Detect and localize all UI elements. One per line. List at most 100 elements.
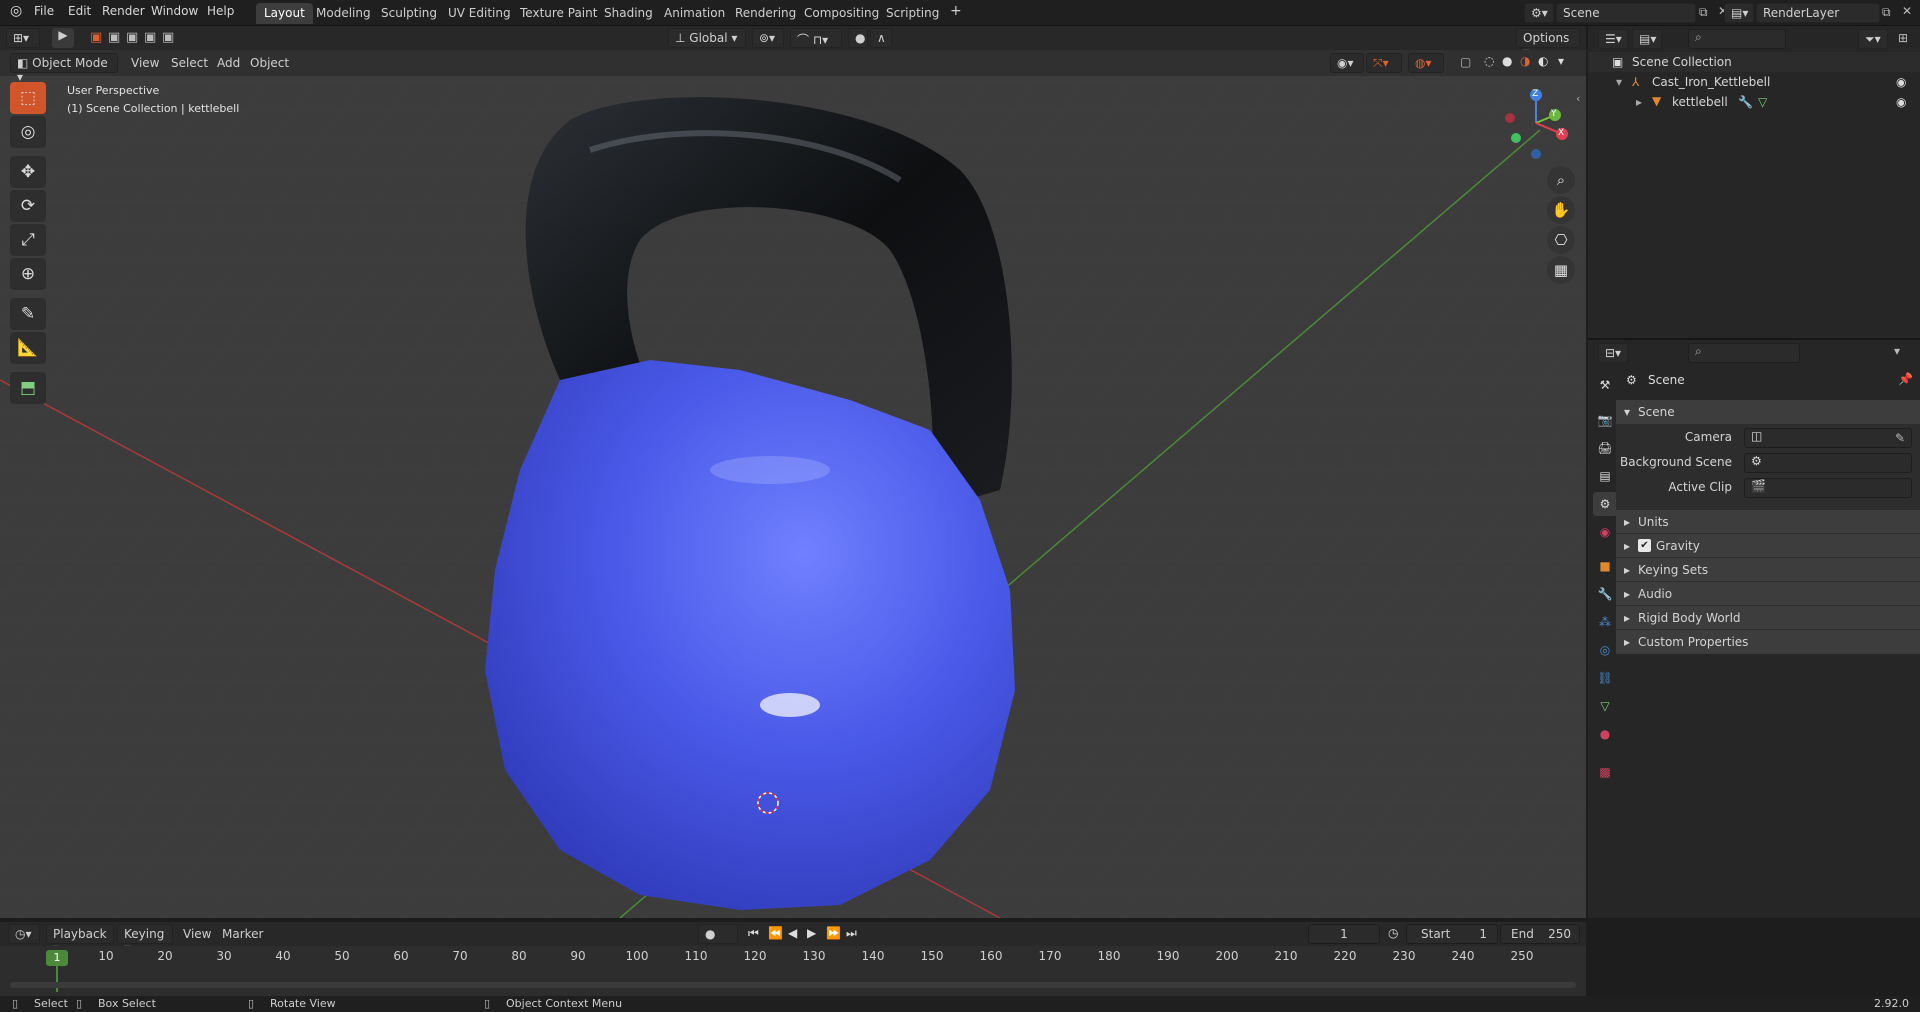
3d-viewport[interactable]: Z Y X User Perspective (1) Scene Collect… bbox=[0, 50, 1586, 918]
outliner-row-kettlebell[interactable]: ▸ ▼ kettlebell 🔧 ▽ ◉ bbox=[1588, 92, 1920, 112]
close-layer-icon[interactable]: ✕ bbox=[1902, 4, 1912, 18]
constraints-tab-icon[interactable]: ⛓ bbox=[1593, 666, 1617, 690]
blender-logo-icon[interactable]: ◎ bbox=[10, 3, 22, 19]
jump-end-icon[interactable]: ⏭ bbox=[846, 926, 857, 941]
properties-options-icon[interactable]: ▾ bbox=[1894, 344, 1900, 358]
jump-start-icon[interactable]: ⏮ bbox=[748, 926, 759, 941]
menu-file[interactable]: File bbox=[34, 4, 54, 18]
xray-icon[interactable]: ▢ bbox=[1460, 55, 1471, 69]
next-keyframe-icon[interactable]: ⏩ bbox=[826, 926, 841, 940]
duplicate-layer-icon[interactable]: ⧉ bbox=[1882, 5, 1891, 20]
keying-sets-panel-header[interactable]: ▸ Keying Sets bbox=[1616, 558, 1920, 582]
shading-rendered-icon[interactable]: ◐ bbox=[1538, 54, 1548, 68]
background-scene-field[interactable]: ⚙ bbox=[1744, 453, 1912, 473]
zoom-button[interactable]: ⌕ bbox=[1547, 166, 1575, 194]
preview-range-icon[interactable]: ◷ bbox=[1388, 926, 1398, 940]
output-tab-icon[interactable]: 🖨 bbox=[1593, 436, 1617, 460]
current-frame-field[interactable]: 1 bbox=[1308, 924, 1380, 944]
shading-material-icon[interactable]: ◑ bbox=[1520, 54, 1530, 68]
measure-tool[interactable]: 📐 bbox=[10, 332, 46, 364]
menu-render[interactable]: Render bbox=[102, 4, 145, 18]
outliner-search-input[interactable]: ⌕ bbox=[1688, 29, 1786, 49]
view-layer-field[interactable]: RenderLayer bbox=[1756, 3, 1880, 23]
tab-scripting[interactable]: Scripting bbox=[878, 3, 947, 24]
camera-field[interactable]: ◫ ✎ bbox=[1744, 428, 1912, 448]
select-mode-extend-icon[interactable]: ▣ bbox=[108, 30, 120, 45]
timeline-menu-view[interactable]: View bbox=[183, 927, 211, 941]
render-tab-icon[interactable]: 📷 bbox=[1593, 408, 1617, 432]
gravity-panel-header[interactable]: ▸ ✔ Gravity bbox=[1616, 534, 1920, 558]
menu-add[interactable]: Add bbox=[217, 56, 240, 70]
audio-panel-header[interactable]: ▸ Audio bbox=[1616, 582, 1920, 606]
start-frame-field[interactable]: Start 1 bbox=[1406, 924, 1498, 944]
outliner-row-scene-collection[interactable]: ▣ Scene Collection bbox=[1588, 52, 1920, 72]
filter-icon[interactable]: ⏷▾ bbox=[1858, 29, 1888, 49]
timeline-menu-marker[interactable]: Marker bbox=[222, 927, 263, 941]
select-box-tool[interactable]: ⬚ bbox=[10, 82, 46, 114]
tab-rendering[interactable]: Rendering bbox=[727, 3, 804, 24]
tool-tab-icon[interactable]: ⚒ bbox=[1593, 373, 1617, 397]
tab-layout[interactable]: Layout bbox=[256, 3, 313, 24]
proportional-edit-icon[interactable]: ● bbox=[848, 28, 868, 48]
auto-keying-toggle[interactable]: ● bbox=[698, 924, 738, 944]
tab-modeling[interactable]: Modeling bbox=[308, 3, 379, 24]
physics-tab-icon[interactable]: ◎ bbox=[1593, 638, 1617, 662]
eyedropper-icon[interactable]: ✎ bbox=[1895, 431, 1905, 445]
timeline-editor-type-icon[interactable]: ◷▾ bbox=[8, 924, 40, 944]
editor-type-icon[interactable]: ⊞▾ bbox=[6, 28, 40, 48]
scene-tab-icon[interactable]: ⚙ bbox=[1593, 492, 1617, 516]
tab-shading[interactable]: Shading bbox=[596, 3, 661, 24]
rotate-tool[interactable]: ⟳ bbox=[10, 190, 46, 222]
units-panel-header[interactable]: ▸ Units bbox=[1616, 510, 1920, 534]
keying-menu[interactable]: Keying ▾ bbox=[117, 924, 173, 955]
pan-button[interactable]: ✋ bbox=[1547, 196, 1575, 224]
material-tab-icon[interactable]: ● bbox=[1593, 722, 1617, 746]
annotate-tool[interactable]: ✎ bbox=[10, 298, 46, 330]
gravity-checkbox[interactable]: ✔ bbox=[1638, 539, 1651, 552]
modifier-tab-icon[interactable]: 🔧 bbox=[1593, 582, 1617, 606]
shading-wireframe-icon[interactable]: ◌ bbox=[1484, 54, 1494, 68]
menu-select[interactable]: Select bbox=[171, 56, 208, 70]
current-frame-badge[interactable]: 1 bbox=[46, 950, 68, 966]
menu-view[interactable]: View bbox=[131, 56, 159, 70]
visibility-eye-icon[interactable]: ◉ bbox=[1896, 75, 1906, 89]
select-mode-subtract-icon[interactable]: ▣ bbox=[126, 30, 138, 45]
active-clip-field[interactable]: 🎬 bbox=[1744, 478, 1912, 498]
end-frame-field[interactable]: End 250 bbox=[1500, 924, 1580, 944]
particles-tab-icon[interactable]: ⁂ bbox=[1593, 610, 1617, 634]
timeline-scrollbar[interactable] bbox=[10, 982, 1576, 988]
scene-name-field[interactable]: Scene bbox=[1556, 3, 1696, 23]
camera-view-button[interactable]: ⎔ bbox=[1547, 226, 1575, 254]
visibility-icon[interactable]: ◉▾ bbox=[1330, 53, 1364, 73]
tab-animation[interactable]: Animation bbox=[656, 3, 733, 24]
tab-compositing[interactable]: Compositing bbox=[796, 3, 887, 24]
scale-tool[interactable]: ⤢ bbox=[10, 224, 46, 256]
properties-editor-type-icon[interactable]: ⊟▾ bbox=[1598, 343, 1628, 363]
move-tool[interactable]: ✥ bbox=[10, 156, 46, 188]
snap-icon[interactable]: ⌒ ⊓▾ bbox=[790, 28, 842, 48]
properties-search-input[interactable]: ⌕ bbox=[1688, 343, 1800, 363]
menu-help[interactable]: Help bbox=[207, 4, 234, 18]
view-layer-tab-icon[interactable]: ▤ bbox=[1593, 464, 1617, 488]
playback-menu[interactable]: Playback ▾ bbox=[46, 924, 114, 955]
transform-tool[interactable]: ⊕ bbox=[10, 258, 46, 290]
select-mode-invert-icon[interactable]: ▣ bbox=[144, 30, 156, 45]
cursor-tool[interactable]: ◎ bbox=[10, 116, 46, 148]
object-mode-dropdown[interactable]: ◧ Object Mode ▾ bbox=[10, 53, 118, 84]
object-tab-icon[interactable]: ■ bbox=[1593, 554, 1617, 578]
custom-properties-panel-header[interactable]: ▸ Custom Properties bbox=[1616, 630, 1920, 654]
pivot-point-icon[interactable]: ⊚▾ bbox=[752, 28, 784, 48]
sidebar-toggle-icon[interactable]: ‹ bbox=[1576, 92, 1580, 105]
tab-sculpting[interactable]: Sculpting bbox=[373, 3, 445, 24]
outliner-row-cast-iron-kettlebell[interactable]: ▾ ⅄ Cast_Iron_Kettlebell ◉ bbox=[1588, 72, 1920, 92]
outliner-editor-type-icon[interactable]: ☰▾ bbox=[1598, 29, 1628, 49]
pin-icon[interactable]: 📌 bbox=[1898, 372, 1913, 386]
data-tab-icon[interactable]: ▽ bbox=[1593, 694, 1617, 718]
transform-orientation-dropdown[interactable]: ⊥ Global ▾ bbox=[668, 28, 746, 48]
select-mode-intersect-icon[interactable]: ▣ bbox=[162, 30, 174, 45]
texture-tab-icon[interactable]: ▩ bbox=[1593, 760, 1617, 784]
falloff-icon[interactable]: ∧ bbox=[870, 28, 892, 48]
options-dropdown[interactable]: Options ▾ bbox=[1516, 28, 1580, 59]
menu-object[interactable]: Object bbox=[250, 56, 289, 70]
add-workspace-button[interactable]: + bbox=[942, 3, 970, 24]
